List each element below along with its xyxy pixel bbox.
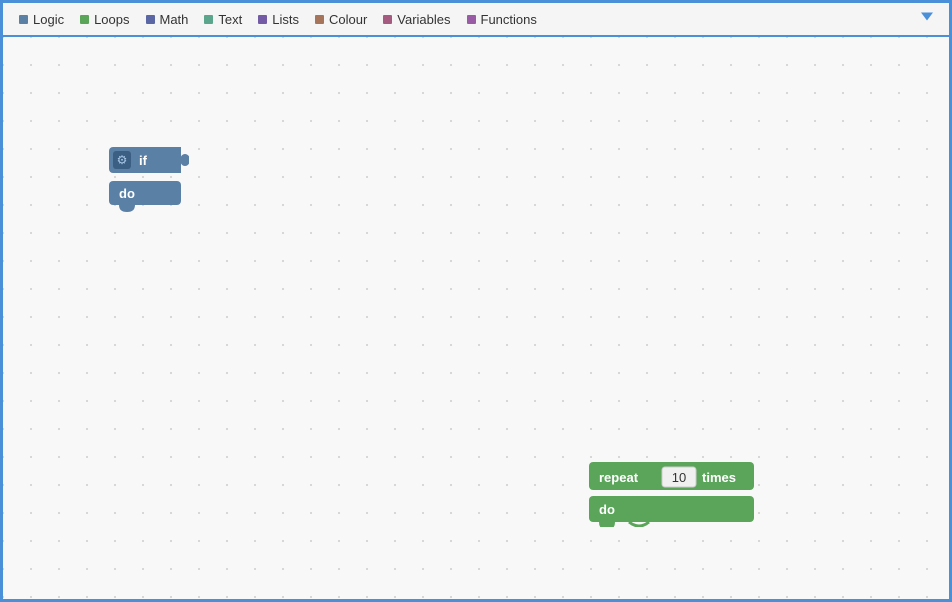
svg-text:repeat: repeat	[599, 470, 639, 485]
toolbar-item-logic[interactable]: Logic	[11, 3, 72, 35]
toolbar-item-lists[interactable]: Lists	[250, 3, 307, 35]
svg-text:if: if	[139, 153, 148, 168]
toolbar-label-colour: Colour	[329, 12, 367, 27]
svg-text:⚙: ⚙	[117, 153, 128, 167]
functions-color-dot	[467, 15, 476, 24]
toolbar-label-logic: Logic	[33, 12, 64, 27]
repeat-block[interactable]: repeat 10 times do	[589, 462, 754, 527]
svg-text:times: times	[702, 470, 736, 485]
toolbar-label-lists: Lists	[272, 12, 299, 27]
toolbar-item-variables[interactable]: Variables	[375, 3, 458, 35]
toolbar-label-math: Math	[160, 12, 189, 27]
toolbar-item-colour[interactable]: Colour	[307, 3, 375, 35]
canvas-area[interactable]: ⚙ if do repeat 10 times do	[3, 37, 949, 599]
toolbar-item-math[interactable]: Math	[138, 3, 197, 35]
toolbar-label-variables: Variables	[397, 12, 450, 27]
arrow-down-icon	[921, 13, 933, 21]
svg-text:10: 10	[672, 470, 686, 485]
svg-text:do: do	[599, 502, 615, 517]
arrow-down-button[interactable]	[917, 7, 937, 32]
svg-text:do: do	[119, 186, 135, 201]
toolbar: Logic Loops Math Text Lists Colour Varia…	[3, 3, 949, 37]
text-color-dot	[204, 15, 213, 24]
variables-color-dot	[383, 15, 392, 24]
colour-color-dot	[315, 15, 324, 24]
toolbar-item-text[interactable]: Text	[196, 3, 250, 35]
toolbar-item-loops[interactable]: Loops	[72, 3, 137, 35]
if-block[interactable]: ⚙ if do	[109, 147, 189, 212]
loops-color-dot	[80, 15, 89, 24]
toolbar-item-functions[interactable]: Functions	[459, 3, 545, 35]
lists-color-dot	[258, 15, 267, 24]
toolbar-label-text: Text	[218, 12, 242, 27]
main-container: Logic Loops Math Text Lists Colour Varia…	[0, 0, 952, 602]
toolbar-label-functions: Functions	[481, 12, 537, 27]
math-color-dot	[146, 15, 155, 24]
toolbar-label-loops: Loops	[94, 12, 129, 27]
logic-color-dot	[19, 15, 28, 24]
